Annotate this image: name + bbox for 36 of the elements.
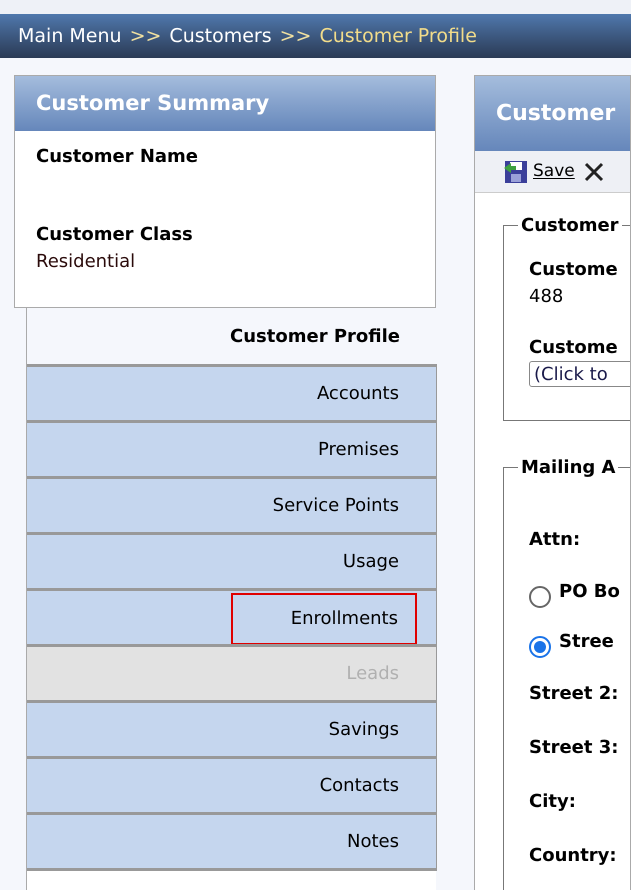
breadcrumb-link[interactable]: Main Menu (18, 22, 122, 50)
panel-header: Customer Summary (15, 76, 435, 131)
breadcrumb-separator: >> (280, 24, 312, 49)
nav-tab[interactable]: Savings (27, 700, 437, 756)
field-label: Street 3: (529, 736, 618, 760)
select-field[interactable]: (Click to (529, 361, 630, 387)
panel-header: Customer (475, 76, 630, 151)
field-value: 488 (529, 285, 564, 309)
field-label: Country: (529, 844, 617, 868)
field-label: Custome (529, 336, 619, 360)
save-button[interactable]: Save (503, 158, 575, 184)
nav-tab[interactable]: Customer Profile (27, 308, 437, 364)
field-label: Attn: (529, 528, 580, 552)
nav-tab[interactable]: Accounts (27, 364, 437, 420)
close-button[interactable] (582, 160, 605, 182)
nav-tab[interactable]: Service Points (27, 476, 437, 532)
field-label: Custome (529, 258, 619, 282)
radio-button[interactable] (529, 586, 551, 608)
radio-label: Stree (559, 630, 614, 654)
breadcrumb-link[interactable]: Customers (169, 22, 272, 50)
nav-tab[interactable]: Enrollments (27, 588, 437, 644)
radio-button[interactable] (529, 636, 551, 658)
close-icon (582, 160, 605, 182)
summary-label: Customer Name (36, 145, 199, 169)
breadcrumb-separator: >> (130, 24, 162, 49)
nav-label: Enrollments (290, 607, 398, 631)
field-label: Street 2: (529, 682, 618, 706)
summary-value: Residential (36, 250, 136, 274)
nav-tab[interactable]: Usage (27, 532, 437, 588)
summary-label: Customer Class (36, 223, 194, 247)
field-label: City: (529, 790, 576, 814)
nav-tab[interactable]: Notes (27, 812, 437, 868)
nav-tab[interactable]: Contacts (27, 756, 437, 812)
breadcrumb-link[interactable]: Customer Profile (319, 22, 477, 50)
radio-label: PO Bo (559, 580, 620, 604)
nav-tab[interactable]: Premises (27, 420, 437, 476)
